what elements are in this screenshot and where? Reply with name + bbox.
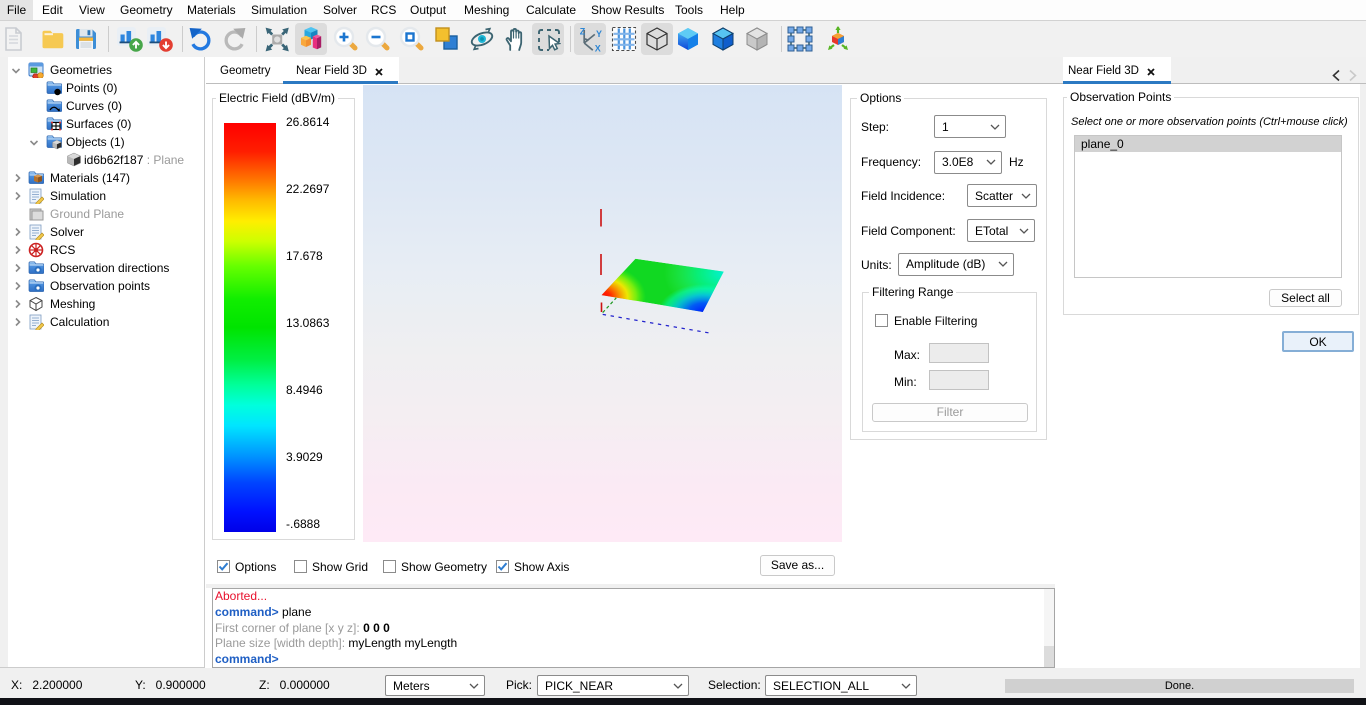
svg-text:Z: Z [580, 27, 586, 37]
svg-text:Y: Y [596, 29, 602, 39]
svg-text:X: X [595, 44, 601, 53]
